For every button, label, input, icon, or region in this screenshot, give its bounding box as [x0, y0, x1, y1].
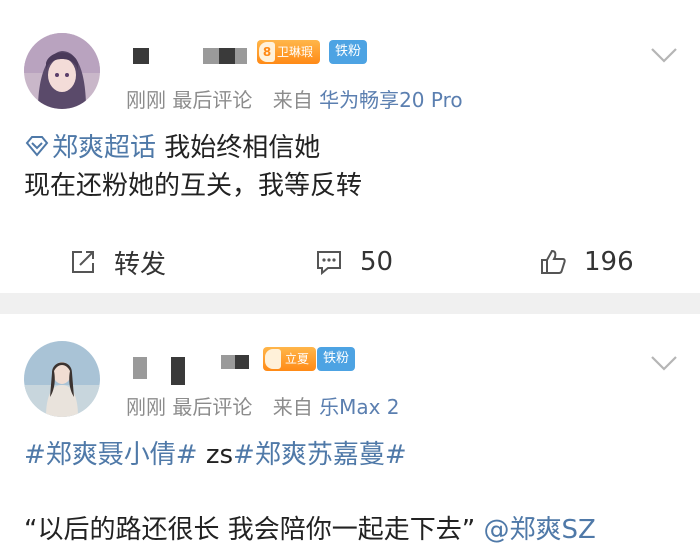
redaction-block	[221, 355, 235, 369]
post-menu-button[interactable]	[649, 352, 679, 374]
post-device[interactable]: 华为畅享20 Pro	[319, 88, 463, 112]
level-number: 8	[259, 42, 275, 62]
level-badge-label: 卫琳瑕	[277, 45, 314, 59]
post-actions: 转发 50 196	[0, 240, 700, 284]
post-text-line-1: #郑爽聂小倩# zs#郑爽苏嘉蔓#	[24, 433, 407, 477]
post-sort: 最后评论	[172, 395, 253, 419]
post-source-label: 来自	[272, 88, 313, 112]
chevron-down-icon	[651, 48, 677, 63]
weibo-post-1: 8 卫琳瑕 铁粉 刚刚 最后评论 来自 华为畅享20 Pro 郑爽超话 我始终相…	[0, 0, 700, 293]
redaction-block	[133, 48, 149, 64]
repost-button[interactable]: 转发	[68, 240, 166, 284]
comment-icon	[317, 251, 341, 276]
super-topic-icon	[25, 136, 49, 157]
level-badge[interactable]: 8 卫琳瑕	[257, 40, 321, 64]
like-icon	[541, 249, 566, 274]
post-device[interactable]: 乐Max 2	[319, 395, 399, 419]
username-redacted[interactable]: 立夏 铁粉	[133, 345, 393, 385]
post-time: 刚刚	[126, 88, 166, 112]
repost-label: 转发	[114, 249, 167, 280]
fan-badge[interactable]: 铁粉	[329, 40, 368, 64]
redaction-block	[235, 48, 247, 64]
user-avatar[interactable]	[24, 33, 100, 109]
level-badge[interactable]: 立夏	[263, 347, 317, 371]
share-icon	[72, 251, 94, 273]
post-separator	[0, 293, 700, 314]
post-source-label: 来自	[272, 395, 313, 419]
username-redacted[interactable]: 8 卫琳瑕 铁粉	[133, 38, 393, 66]
post-time: 刚刚	[126, 395, 166, 419]
redaction-block	[235, 355, 249, 369]
comment-count: 50	[360, 247, 394, 277]
redaction-block	[171, 357, 185, 385]
redaction-block	[133, 357, 147, 379]
post-text: 我始终相信她	[164, 133, 321, 163]
post-meta: 刚刚 最后评论 来自 华为畅享20 Pro	[126, 84, 463, 113]
hashtag-link[interactable]: #郑爽聂小倩#	[24, 440, 198, 470]
post-meta: 刚刚 最后评论 来自 乐Max 2	[126, 391, 400, 420]
comment-button[interactable]: 50	[314, 240, 393, 284]
level-number	[265, 349, 281, 369]
like-button[interactable]: 196	[538, 240, 634, 284]
post-sort: 最后评论	[172, 88, 253, 112]
avatar-image	[24, 341, 100, 417]
fan-badge[interactable]: 铁粉	[317, 347, 356, 371]
hashtag-link[interactable]: #郑爽苏嘉蔓#	[233, 440, 407, 470]
user-avatar[interactable]	[24, 341, 100, 417]
like-count: 196	[584, 247, 634, 277]
redaction-block	[219, 48, 235, 64]
post-menu-button[interactable]	[649, 44, 679, 66]
post-text-line-2: 现在还粉她的互关，我等反转	[24, 171, 363, 201]
level-badge-label: 立夏	[285, 352, 310, 366]
chevron-down-icon	[651, 356, 677, 371]
post-quote: “以后的路还很长 我会陪你一起走下去”	[24, 515, 484, 545]
mention-link[interactable]: @郑爽SZ	[483, 515, 595, 545]
super-topic-name: 郑爽超话	[52, 133, 157, 163]
avatar-image	[24, 33, 100, 109]
super-topic-link[interactable]: 郑爽超话	[24, 133, 164, 163]
post-text: zs	[197, 440, 234, 470]
post-text-line-2: “以后的路还很长 我会陪你一起走下去” @郑爽SZ	[24, 508, 596, 552]
redaction-block	[203, 48, 219, 64]
